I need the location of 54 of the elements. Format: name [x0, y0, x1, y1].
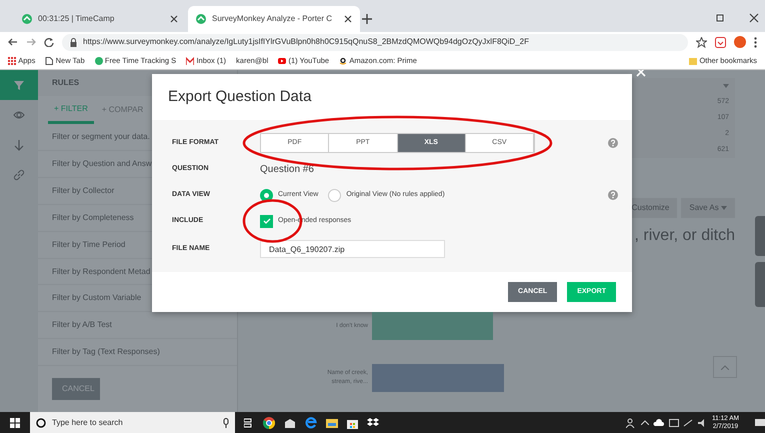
help-icon[interactable]: [608, 190, 618, 200]
tab-title: SurveyMonkey Analyze - Porter C: [212, 13, 334, 25]
eye-icon[interactable]: [13, 109, 25, 121]
link-icon[interactable]: [13, 169, 25, 181]
chevron-up-icon: [721, 364, 729, 370]
browser-tab[interactable]: SurveyMonkey Analyze - Porter C: [188, 6, 360, 32]
cloud-icon[interactable]: [653, 419, 664, 426]
lock-icon: [70, 38, 77, 46]
smile-icon: [339, 56, 348, 64]
checkbox[interactable]: [260, 214, 273, 228]
close-icon[interactable]: [344, 15, 352, 23]
folder-icon[interactable]: [326, 417, 338, 428]
help-icon[interactable]: [608, 138, 618, 148]
tab-favicon-icon: [196, 14, 206, 24]
bookmark-favicon-icon: [94, 56, 103, 64]
task-view-icon[interactable]: [244, 418, 254, 428]
tab-favicon-icon: [22, 14, 32, 24]
menu-icon[interactable]: [754, 36, 757, 48]
folder-icon: [689, 56, 698, 64]
people-icon[interactable]: [626, 418, 636, 428]
back-icon[interactable]: [8, 37, 18, 47]
hint-text: Filter or segment your data.: [52, 131, 150, 144]
taskbar-search-field[interactable]: Type here to search: [30, 412, 235, 433]
caret-icon: [723, 84, 729, 88]
question-value: Question #6: [260, 162, 314, 176]
chrome-icon[interactable]: [263, 416, 275, 428]
profile-avatar-icon[interactable]: [734, 36, 746, 48]
mail-icon: [186, 56, 194, 64]
address-bar[interactable]: https://www.surveymonkey.com/analyze/IgLuty1jsIfIYlrGVuBlpn0h8h0C915qQnuS8_2BMzdQMOWQb94dgOzQyJxlF8QiD_2F: [62, 34, 688, 50]
close-icon[interactable]: [170, 15, 178, 23]
play-icon: [278, 56, 286, 64]
notifications-icon[interactable]: [755, 418, 765, 428]
radio-button[interactable]: [328, 188, 342, 202]
checkmark-icon: [262, 218, 270, 224]
extension-icon[interactable]: [715, 36, 726, 48]
edge-icon[interactable]: [305, 416, 317, 428]
page-icon: [45, 56, 54, 64]
reload-icon[interactable]: [44, 37, 54, 47]
search-placeholder: Type here to search: [52, 416, 124, 428]
dropbox-icon[interactable]: [367, 418, 379, 428]
url-text: https://www.surveymonkey.com/analyze/IgLuty1jsIfIYlrGVuBlpn0h8h0C915qQnuS8_2BMzdQMOWQb94dgOzQyJxlF8QiD_2F: [83, 36, 529, 48]
microphone-icon: [223, 418, 229, 428]
download-icon[interactable]: [13, 139, 25, 151]
network-icon[interactable]: [668, 418, 679, 426]
cortana-circle-icon: [36, 418, 46, 428]
browser-tab[interactable]: 00:31:25 | TimeCamp: [14, 6, 186, 32]
star-icon[interactable]: [696, 36, 707, 48]
question-title: , river, or ditch: [634, 226, 735, 246]
windows-start-icon[interactable]: [10, 418, 20, 428]
file-name-field[interactable]: Data_Q6_190207.zip: [260, 240, 445, 258]
apps-grid-icon: [8, 56, 16, 64]
tab-title: 00:31:25 | TimeCamp: [38, 13, 116, 25]
caret-icon: [721, 206, 727, 210]
chevron-up-icon[interactable]: [640, 420, 649, 425]
